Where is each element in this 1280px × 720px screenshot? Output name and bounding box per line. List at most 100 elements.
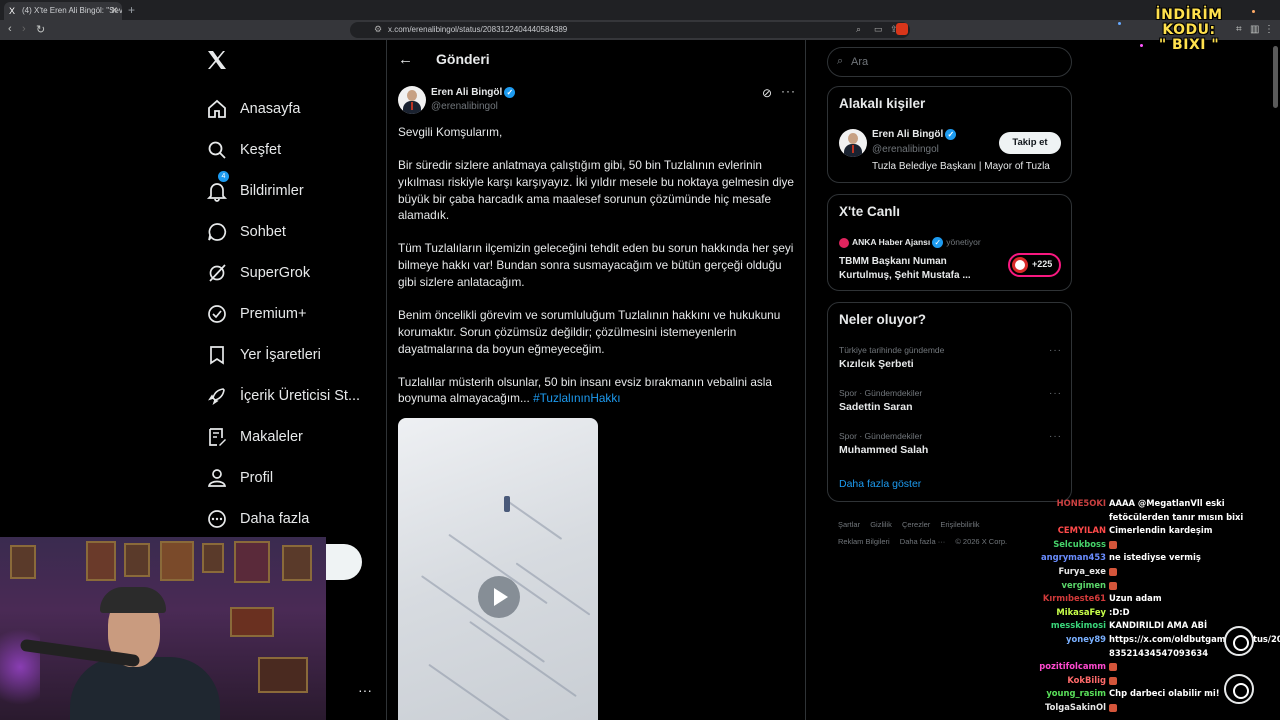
url-text[interactable]: x.com/erenalibingol/status/2083122404440…: [388, 25, 567, 34]
chat-message: MikasaFey:D:D: [1010, 607, 1280, 621]
back-arrow-icon[interactable]: ←: [398, 51, 413, 68]
zoom-icon[interactable]: ⌕: [856, 24, 861, 35]
hashtag-link[interactable]: #TuzlalınınHakkı: [533, 391, 620, 405]
post-more-icon[interactable]: ···: [781, 84, 796, 98]
account-more-icon[interactable]: ···: [358, 682, 372, 698]
messages-icon[interactable]: [1224, 674, 1254, 704]
chat-username[interactable]: Furya_exe: [1059, 566, 1106, 576]
column-divider: [386, 40, 387, 720]
footer-link[interactable]: Erişilebilirlik: [940, 520, 979, 529]
nav-item-explore[interactable]: Keşfet: [206, 129, 360, 170]
related-name[interactable]: Eren Ali Bingöl ✓: [872, 129, 957, 140]
nav-label: Makaleler: [240, 428, 303, 445]
address-bar[interactable]: ⚙ x.com/erenalibingol/status/20831224044…: [350, 22, 910, 38]
footer-link[interactable]: Reklam Bilgileri: [838, 537, 890, 546]
trend-name: Kızılcık Şerbeti: [839, 358, 914, 370]
cast-icon[interactable]: ▭: [874, 24, 883, 35]
chat-username[interactable]: MikasaFey: [1056, 607, 1106, 617]
browser-tab[interactable]: X (4) X'te Eren Ali Bingöl: "Sevgili K ✕: [4, 2, 122, 20]
nav-item-creator-studio[interactable]: İçerik Üreticisi St...: [206, 375, 360, 416]
scrollbar-thumb[interactable]: [1273, 46, 1278, 108]
chat-username[interactable]: Kırmıbeste61: [1043, 593, 1106, 603]
card-title: Alakalı kişiler: [839, 96, 926, 111]
chat-text: Cimerlendin kardeşim: [1109, 525, 1213, 536]
search-input[interactable]: ⌕ Ara: [827, 47, 1072, 77]
author-handle[interactable]: @erenalibingol: [431, 101, 498, 112]
related-avatar[interactable]: [839, 129, 867, 157]
trend-item[interactable]: Spor · Gündemdekiler Muhammed Salah ···: [839, 431, 1064, 456]
footer-link[interactable]: Çerezler: [902, 520, 930, 529]
video-play-button[interactable]: [478, 576, 520, 618]
trend-more-icon[interactable]: ···: [1049, 388, 1062, 399]
post-video[interactable]: [398, 418, 598, 720]
live-source[interactable]: ANKA Haber Ajansı ✓ yönetiyor: [839, 237, 981, 249]
close-tab-icon[interactable]: ✕: [110, 5, 118, 16]
live-listeners-pill[interactable]: +225: [1008, 253, 1061, 277]
nav-label: Bildirimler: [240, 182, 304, 199]
author-name[interactable]: Eren Ali Bingöl ✓: [431, 87, 516, 98]
chat-text: Uzun adam: [1109, 593, 1162, 604]
promo-line-2: " BIXI ": [1158, 37, 1220, 53]
sidebar-toggle-icon[interactable]: ▥: [1250, 24, 1259, 35]
back-nav-icon[interactable]: ‹: [8, 23, 12, 35]
trend-category: Spor · Gündemdekiler: [839, 431, 923, 441]
grok-chat-icon[interactable]: [1224, 626, 1254, 656]
nav-item-more[interactable]: Daha fazla: [206, 498, 360, 539]
chat-emote-icon: [1109, 663, 1117, 672]
footer-link[interactable]: Şartlar: [838, 520, 860, 529]
discount-code-overlay: İNDİRİM KODU: " BIXI ": [1128, 8, 1250, 53]
chat-username[interactable]: vergimen: [1061, 580, 1106, 590]
trends-card: Neler oluyor? Türkiye tarihinde gündemde…: [827, 302, 1072, 502]
nav-item-chat[interactable]: Sohbet: [206, 211, 360, 252]
trend-category: Türkiye tarihinde gündemde: [839, 345, 945, 355]
chat-username[interactable]: angryman453: [1041, 552, 1106, 562]
extension-icon[interactable]: [896, 23, 908, 35]
trend-more-icon[interactable]: ···: [1049, 345, 1062, 356]
follow-button[interactable]: Takip et: [999, 132, 1061, 154]
x-logo-icon[interactable]: [205, 48, 229, 72]
chat-message: vergimen: [1010, 580, 1280, 594]
trend-item[interactable]: Spor · Gündemdekiler Sadettin Saran ···: [839, 388, 1064, 413]
footer-link[interactable]: Gizlilik: [870, 520, 892, 529]
nav-item-notifications[interactable]: 4 Bildirimler: [206, 170, 360, 211]
forward-nav-icon[interactable]: ›: [22, 23, 26, 35]
nav-item-supergrok[interactable]: SuperGrok: [206, 252, 360, 293]
live-card: X'te Canlı ANKA Haber Ajansı ✓ yönetiyor T…: [827, 194, 1072, 291]
chat-username[interactable]: KokBilig: [1067, 675, 1106, 685]
wall-picture: [86, 541, 116, 581]
nav-label: Premium+: [240, 305, 307, 322]
nav-item-home[interactable]: Anasayfa: [206, 88, 360, 129]
reload-icon[interactable]: ↻: [36, 23, 45, 36]
trend-item[interactable]: Türkiye tarihinde gündemde Kızılcık Şerb…: [839, 345, 1064, 370]
menu-icon[interactable]: ⋮: [1264, 24, 1274, 35]
nav-label: Anasayfa: [240, 100, 301, 117]
nav-item-premium[interactable]: Premium+: [206, 293, 360, 334]
grok-explain-icon[interactable]: ⊘: [762, 86, 772, 100]
nav-item-bookmarks[interactable]: Yer İşaretleri: [206, 334, 360, 375]
chat-username[interactable]: messkimosi: [1051, 620, 1106, 630]
chat-username[interactable]: yoney89: [1066, 634, 1106, 644]
nav-label: Keşfet: [240, 141, 282, 158]
chat-username[interactable]: TolgaSakinOl: [1045, 702, 1106, 712]
card-title: Neler oluyor?: [839, 312, 927, 327]
show-more-link[interactable]: Daha fazla göster: [839, 478, 921, 490]
trend-more-icon[interactable]: ···: [1049, 431, 1062, 442]
related-handle[interactable]: @erenalibingol: [872, 144, 939, 155]
site-info-icon[interactable]: ⚙: [374, 24, 382, 35]
new-tab-icon[interactable]: +: [128, 3, 135, 17]
chat-text: ne istediyse vermiş: [1109, 552, 1201, 563]
footer-link[interactable]: Daha fazla ···: [900, 537, 945, 546]
chat-username[interactable]: young_rasim: [1046, 688, 1106, 698]
wall-picture: [124, 543, 150, 577]
nav-item-articles[interactable]: Makaleler: [206, 416, 360, 457]
chat-username[interactable]: Selcukboss: [1053, 539, 1106, 549]
nav-item-profile[interactable]: Profil: [206, 457, 360, 498]
author-avatar[interactable]: [398, 86, 426, 114]
chat-message: pozitifolcamm: [1010, 661, 1280, 675]
chat-username[interactable]: pozitifolcamm: [1039, 661, 1106, 671]
chat-username[interactable]: CEMYILAN: [1058, 525, 1106, 535]
chat-username[interactable]: HONE5OKI: [1057, 498, 1106, 508]
x-favicon-icon: X: [9, 6, 16, 16]
live-headline[interactable]: TBMM Başkanı Numan Kurtulmuş, Şehit Must…: [839, 255, 999, 282]
rocket-icon: [208, 387, 225, 405]
